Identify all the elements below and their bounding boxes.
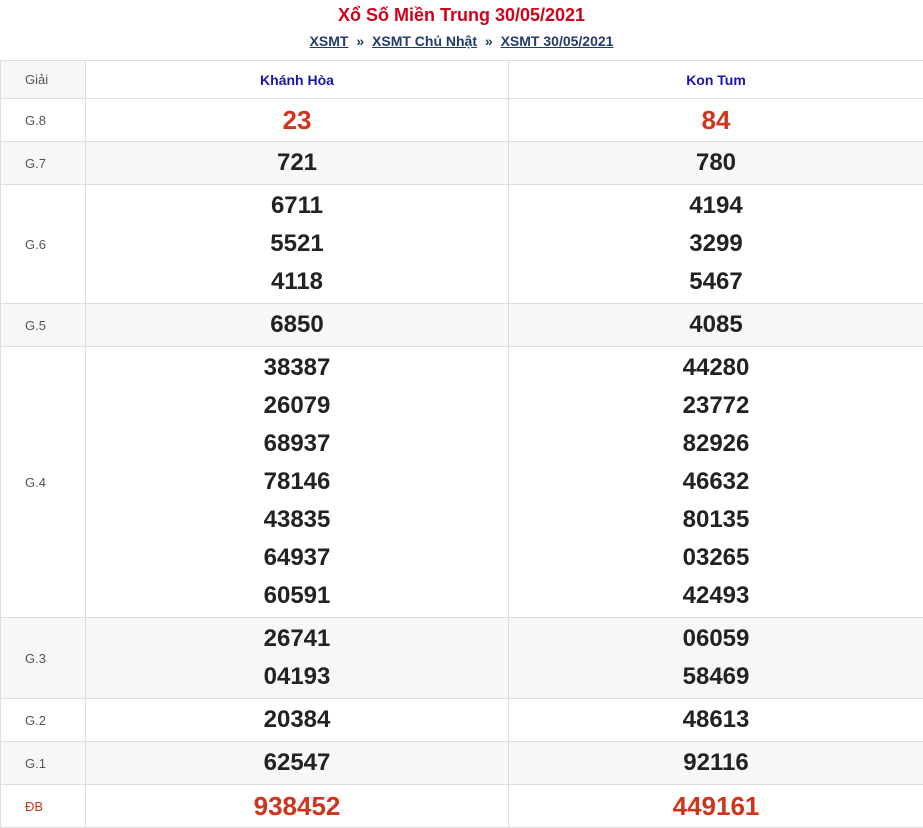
- header-province-khanh-hoa: Khánh Hòa: [86, 61, 509, 99]
- prize-label: G.2: [1, 699, 86, 742]
- cell-kon-tum: 419432995467: [509, 185, 923, 304]
- table-row: G.568504085: [1, 304, 923, 347]
- results-body: G.82384G.7721780G.6671155214118419432995…: [1, 99, 923, 828]
- prize-number: 68937: [86, 425, 508, 463]
- table-row: G.22038448613: [1, 699, 923, 742]
- cell-khanh-hoa: 671155214118: [86, 185, 509, 304]
- prize-label: G.8: [1, 99, 86, 142]
- prize-number: 6850: [86, 306, 508, 344]
- breadcrumb-separator: »: [356, 33, 364, 49]
- cell-khanh-hoa: 38387260796893778146438356493760591: [86, 347, 509, 618]
- prize-number: 64937: [86, 539, 508, 577]
- prize-number: 78146: [86, 463, 508, 501]
- prize-number: 3299: [509, 225, 923, 263]
- prize-number: 46632: [509, 463, 923, 501]
- prize-number: 43835: [86, 501, 508, 539]
- cell-khanh-hoa: 6850: [86, 304, 509, 347]
- prize-label: G.1: [1, 742, 86, 785]
- prize-number: 06059: [509, 620, 923, 658]
- prize-label: G.7: [1, 142, 86, 185]
- cell-khanh-hoa: 721: [86, 142, 509, 185]
- prize-number: 48613: [509, 701, 923, 739]
- prize-label: ĐB: [1, 785, 86, 828]
- prize-number: 92116: [509, 744, 923, 782]
- page-title: Xổ Số Miền Trung 30/05/2021: [0, 0, 923, 30]
- prize-number: 23: [86, 101, 508, 139]
- breadcrumb-separator: »: [485, 33, 493, 49]
- cell-kon-tum: 780: [509, 142, 923, 185]
- breadcrumb-link-xsmt-sunday[interactable]: XSMT Chủ Nhật: [372, 33, 477, 49]
- table-row: G.16254792116: [1, 742, 923, 785]
- cell-kon-tum: 48613: [509, 699, 923, 742]
- prize-number: 42493: [509, 577, 923, 615]
- prize-label: G.3: [1, 618, 86, 699]
- prize-number: 938452: [86, 787, 508, 825]
- prize-number: 84: [509, 101, 923, 139]
- table-row: G.7721780: [1, 142, 923, 185]
- prize-number: 38387: [86, 349, 508, 387]
- prize-label: G.6: [1, 185, 86, 304]
- results-table: Giải Khánh Hòa Kon Tum G.82384G.7721780G…: [0, 60, 923, 828]
- prize-number: 5521: [86, 225, 508, 263]
- prize-number: 449161: [509, 787, 923, 825]
- breadcrumb-link-xsmt-date[interactable]: XSMT 30/05/2021: [501, 33, 614, 49]
- prize-number: 23772: [509, 387, 923, 425]
- prize-number: 26079: [86, 387, 508, 425]
- table-row: G.82384: [1, 99, 923, 142]
- prize-number: 26741: [86, 620, 508, 658]
- prize-number: 80135: [509, 501, 923, 539]
- breadcrumb-link-xsmt[interactable]: XSMT: [310, 33, 349, 49]
- prize-number: 04193: [86, 658, 508, 696]
- prize-number: 20384: [86, 701, 508, 739]
- cell-kon-tum: 44280237728292646632801350326542493: [509, 347, 923, 618]
- prize-number: 4085: [509, 306, 923, 344]
- header-province-kon-tum: Kon Tum: [509, 61, 923, 99]
- breadcrumb: XSMT » XSMT Chủ Nhật » XSMT 30/05/2021: [0, 30, 923, 60]
- cell-kon-tum: 4085: [509, 304, 923, 347]
- prize-number: 4118: [86, 263, 508, 301]
- cell-khanh-hoa: 938452: [86, 785, 509, 828]
- prize-number: 721: [86, 144, 508, 182]
- prize-number: 4194: [509, 187, 923, 225]
- header-prize: Giải: [1, 61, 86, 99]
- cell-kon-tum: 92116: [509, 742, 923, 785]
- prize-label: G.5: [1, 304, 86, 347]
- table-row: G.326741041930605958469: [1, 618, 923, 699]
- table-row: G.43838726079689377814643835649376059144…: [1, 347, 923, 618]
- table-row: G.6671155214118419432995467: [1, 185, 923, 304]
- cell-kon-tum: 0605958469: [509, 618, 923, 699]
- prize-number: 62547: [86, 744, 508, 782]
- prize-number: 6711: [86, 187, 508, 225]
- prize-number: 780: [509, 144, 923, 182]
- prize-label: G.4: [1, 347, 86, 618]
- prize-number: 82926: [509, 425, 923, 463]
- cell-khanh-hoa: 2674104193: [86, 618, 509, 699]
- table-header-row: Giải Khánh Hòa Kon Tum: [1, 61, 923, 99]
- prize-number: 44280: [509, 349, 923, 387]
- cell-kon-tum: 84: [509, 99, 923, 142]
- prize-number: 58469: [509, 658, 923, 696]
- cell-kon-tum: 449161: [509, 785, 923, 828]
- prize-number: 5467: [509, 263, 923, 301]
- prize-number: 03265: [509, 539, 923, 577]
- cell-khanh-hoa: 20384: [86, 699, 509, 742]
- prize-number: 60591: [86, 577, 508, 615]
- table-row: ĐB938452449161: [1, 785, 923, 828]
- cell-khanh-hoa: 62547: [86, 742, 509, 785]
- cell-khanh-hoa: 23: [86, 99, 509, 142]
